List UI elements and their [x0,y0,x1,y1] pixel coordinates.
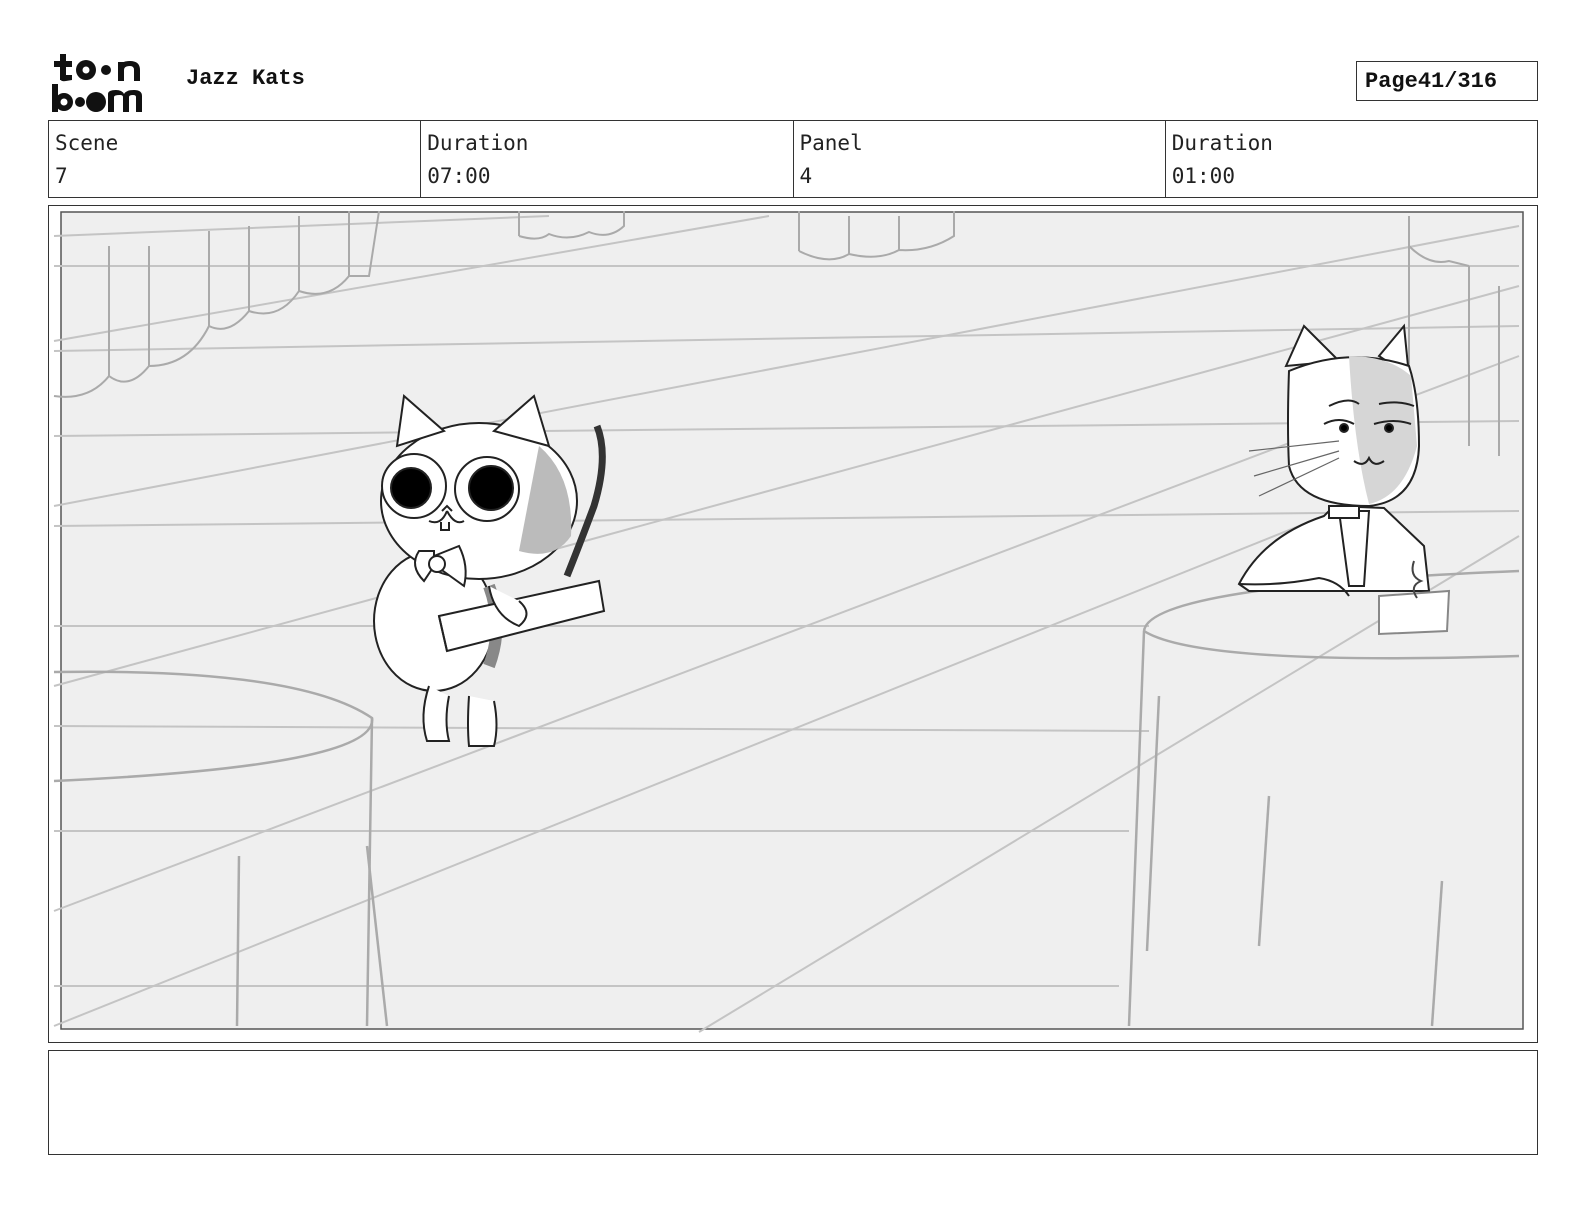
page-label: Page [1365,68,1418,94]
panel-duration-label: Duration [1171,131,1273,155]
panel-duration-cell: Duration 01:00 [1166,121,1537,197]
scene-cell: Scene 7 [49,121,422,197]
page-number: 41/316 [1417,68,1498,94]
scene-duration-cell: Duration 07:00 [421,121,794,197]
scene-duration-label: Duration [427,131,529,155]
page-indicator: Page 41/316 [1356,61,1538,101]
scene-value: 7 [55,164,68,188]
scene-duration-value: 07:00 [427,164,491,188]
panel-value: 4 [799,164,813,188]
storyboard-panel [48,205,1538,1043]
panel-label: Panel [799,131,863,155]
scene-label: Scene [55,131,119,155]
scene-info-table: Scene 7 Duration 07:00 Panel 4 Duration … [48,120,1538,198]
panel-duration-value: 01:00 [1171,164,1235,188]
project-title: Jazz Kats [186,66,305,91]
panel-notes [48,1050,1538,1155]
toon-boom-logo-icon [52,54,142,112]
panel-cell: Panel 4 [794,121,1166,197]
toon-boom-logo [50,50,166,114]
storyboard-sketch [53,210,1524,1033]
